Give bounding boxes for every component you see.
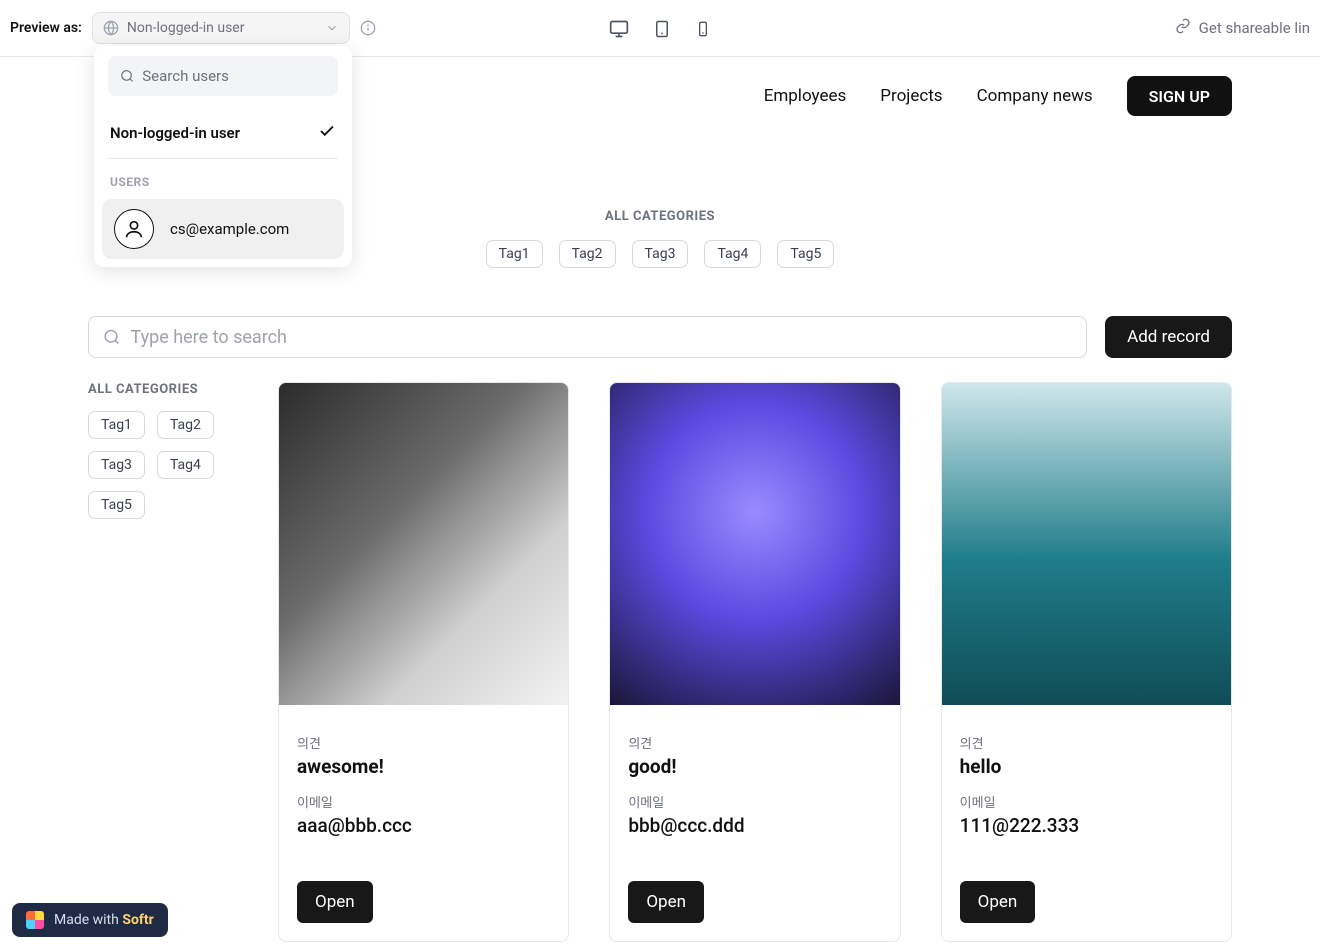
add-record-button[interactable]: Add record: [1105, 316, 1232, 358]
email-value: aaa@bbb.ccc: [297, 814, 550, 837]
record-card: 의견 awesome! 이메일 aaa@bbb.ccc Open: [278, 382, 569, 942]
email-label: 이메일: [960, 792, 1213, 811]
opinion-label: 의견: [628, 733, 881, 752]
opinion-value: awesome!: [297, 755, 550, 778]
preview-as-label: Preview as:: [10, 20, 82, 36]
softr-badge[interactable]: Made with Softr: [12, 903, 168, 937]
content: ALL CATEGORIES Tag1 Tag2 Tag3 Tag4 Tag5 …: [88, 382, 1232, 942]
tag-pill[interactable]: Tag2: [157, 411, 214, 439]
softr-brand: Softr: [122, 912, 153, 928]
cards-grid: 의견 awesome! 이메일 aaa@bbb.ccc Open 의견 good…: [278, 382, 1232, 942]
softr-logo-icon: [26, 911, 44, 929]
tag-pill[interactable]: Tag3: [88, 451, 145, 479]
softr-prefix: Made with: [54, 912, 122, 928]
check-icon: [318, 122, 336, 144]
preview-selected-user: Non-logged-in user: [127, 20, 325, 36]
preview-user-dropdown: Non-logged-in user USERS cs@example.com: [94, 46, 352, 267]
preview-user-select[interactable]: Non-logged-in user: [92, 12, 350, 44]
tag-pill[interactable]: Tag5: [777, 240, 834, 268]
opinion-label: 의견: [297, 733, 550, 752]
card-image: [610, 383, 899, 705]
share-link[interactable]: Get shareable lin: [1175, 18, 1310, 38]
link-icon: [1175, 18, 1191, 38]
open-button[interactable]: Open: [297, 881, 373, 923]
record-card: 의견 hello 이메일 111@222.333 Open: [941, 382, 1232, 942]
opinion-value: good!: [628, 755, 881, 778]
user-search-field[interactable]: [108, 56, 338, 96]
desktop-icon[interactable]: [609, 19, 629, 39]
tag-pill[interactable]: Tag4: [157, 451, 214, 479]
tag-pill[interactable]: Tag3: [632, 240, 689, 268]
search-icon: [103, 328, 120, 346]
softr-badge-text: Made with Softr: [54, 912, 154, 928]
mobile-icon[interactable]: [695, 21, 711, 37]
record-card: 의견 good! 이메일 bbb@ccc.ddd Open: [609, 382, 900, 942]
users-section-label: USERS: [102, 167, 344, 199]
share-link-text: Get shareable lin: [1199, 19, 1310, 37]
email-value: bbb@ccc.ddd: [628, 814, 881, 837]
tag-pill[interactable]: Tag1: [88, 411, 145, 439]
tag-pill[interactable]: Tag5: [88, 491, 145, 519]
nav-employees[interactable]: Employees: [764, 86, 847, 106]
user-search-input[interactable]: [142, 67, 326, 85]
card-image: [942, 383, 1231, 705]
main-search[interactable]: [88, 316, 1087, 358]
tag-pill[interactable]: Tag4: [704, 240, 761, 268]
side-tag-list: Tag1 Tag2 Tag3 Tag4 Tag5: [88, 411, 238, 519]
tag-pill[interactable]: Tag1: [486, 240, 543, 268]
main-search-input[interactable]: [130, 327, 1072, 348]
card-image: [279, 383, 568, 705]
open-button[interactable]: Open: [628, 881, 704, 923]
chevron-down-icon: [325, 21, 339, 35]
tag-pill[interactable]: Tag2: [559, 240, 616, 268]
nav-company-news[interactable]: Company news: [977, 86, 1093, 106]
site-nav: Employees Projects Company news SIGN UP: [764, 76, 1232, 116]
search-icon: [120, 68, 134, 84]
opinion-label: 의견: [960, 733, 1213, 752]
email-value: 111@222.333: [960, 814, 1213, 837]
tablet-icon[interactable]: [653, 20, 671, 38]
device-switcher: [609, 0, 711, 57]
opinion-value: hello: [960, 755, 1213, 778]
divider: [108, 158, 338, 159]
side-categories-label: ALL CATEGORIES: [88, 382, 238, 397]
user-option[interactable]: cs@example.com: [102, 199, 344, 259]
side-filters: ALL CATEGORIES Tag1 Tag2 Tag3 Tag4 Tag5: [88, 382, 238, 942]
user-email: cs@example.com: [170, 220, 289, 238]
globe-icon: [103, 20, 119, 36]
email-label: 이메일: [628, 792, 881, 811]
email-label: 이메일: [297, 792, 550, 811]
nav-projects[interactable]: Projects: [880, 86, 942, 106]
preview-bar: Preview as: Non-logged-in user Get share…: [0, 0, 1320, 57]
info-icon[interactable]: [360, 20, 376, 36]
non-logged-in-option[interactable]: Non-logged-in user: [102, 110, 344, 156]
search-row: Add record: [88, 316, 1232, 358]
avatar-icon: [114, 209, 154, 249]
non-logged-in-label: Non-logged-in user: [110, 124, 240, 142]
signup-button[interactable]: SIGN UP: [1127, 76, 1232, 116]
open-button[interactable]: Open: [960, 881, 1036, 923]
